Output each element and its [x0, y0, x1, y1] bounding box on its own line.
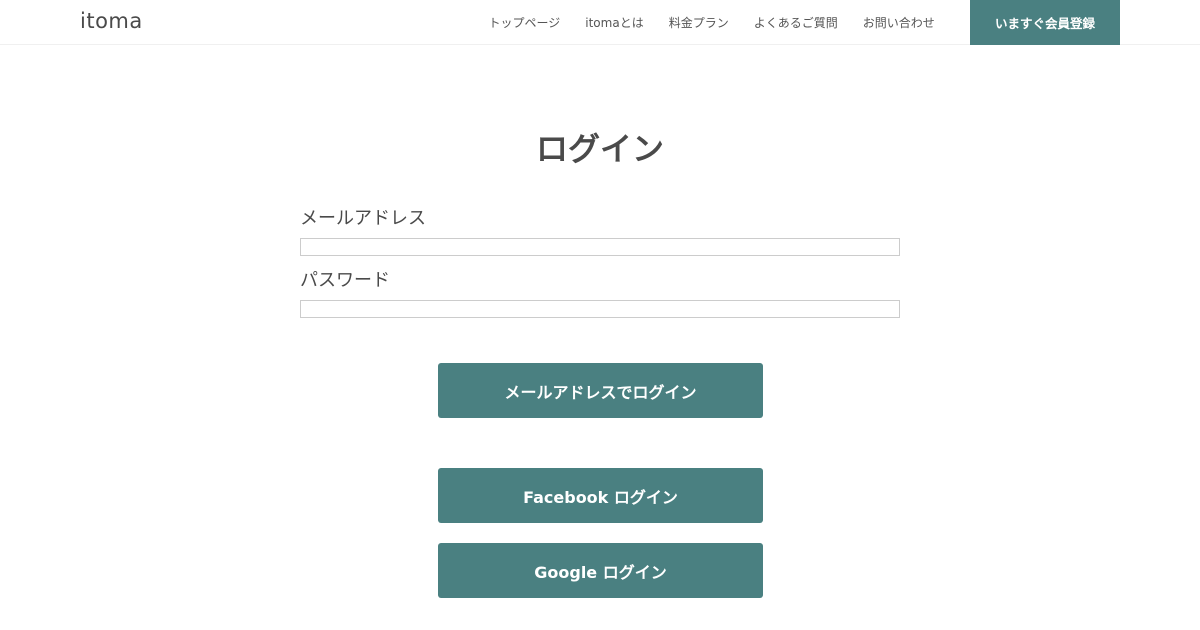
nav-item-about[interactable]: itomaとは [573, 14, 656, 31]
email-login-button[interactable]: メールアドレスでログイン [438, 363, 763, 418]
password-label: パスワード [300, 270, 390, 291]
nav-item-contact[interactable]: お問い合わせ [850, 14, 947, 31]
email-label: メールアドレス [300, 208, 426, 229]
site-header: itoma トップページ itomaとは 料金プラン よくあるご質問 お問い合わ… [0, 0, 1200, 45]
main-nav: トップページ itomaとは 料金プラン よくあるご質問 お問い合わせ [476, 0, 947, 45]
signup-button[interactable]: いますぐ会員登録 [970, 0, 1120, 45]
nav-item-faq[interactable]: よくあるご質問 [741, 14, 850, 31]
nav-item-top[interactable]: トップページ [476, 14, 573, 31]
site-logo[interactable]: itoma [80, 9, 143, 33]
email-field[interactable] [300, 238, 900, 256]
google-login-button[interactable]: Google ログイン [438, 543, 763, 598]
nav-item-pricing[interactable]: 料金プラン [656, 14, 741, 31]
password-field[interactable] [300, 300, 900, 318]
page-title: ログイン [535, 130, 664, 168]
facebook-login-button[interactable]: Facebook ログイン [438, 468, 763, 523]
